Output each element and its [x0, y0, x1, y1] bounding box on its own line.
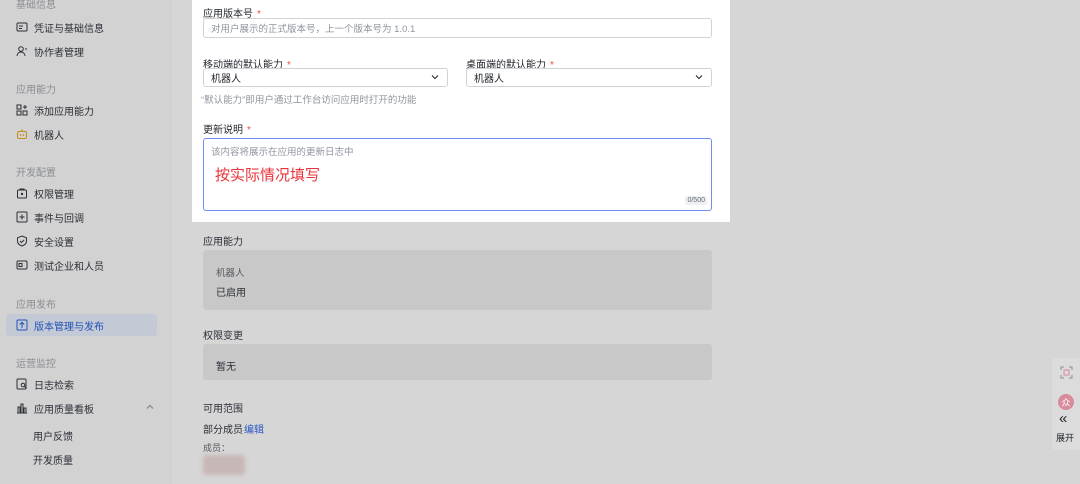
- test-org-icon: [16, 260, 28, 270]
- sidebar-item-robot[interactable]: 机器人: [6, 123, 157, 145]
- sidebar-item-add-capability[interactable]: 添加应用能力: [6, 99, 157, 121]
- right-float-bar: 众 « 展开: [1052, 358, 1080, 450]
- section-title-capability: 应用能力: [16, 85, 56, 96]
- update-notes-label: 更新说明 *: [203, 125, 251, 136]
- member-avatar: [203, 455, 245, 475]
- user-icon: [16, 46, 27, 57]
- version-input[interactable]: 对用户展示的正式版本号，上一个版本号为 1.0.1: [203, 18, 712, 38]
- desktop-default-select[interactable]: 机器人: [466, 68, 712, 87]
- sidebar-item-collaborators[interactable]: 协作者管理: [6, 40, 157, 62]
- sidebar-item-label: 安全设置: [34, 237, 74, 249]
- update-notes-placeholder: 该内容将展示在应用的更新日志中: [211, 147, 354, 158]
- sidebar-item-quality-board[interactable]: 应用质量看板: [6, 397, 157, 419]
- update-notes-textarea[interactable]: 该内容将展示在应用的更新日志中 按实际情况填写 0/500: [203, 138, 712, 211]
- shield-icon: [17, 235, 27, 247]
- chevron-down-icon: [431, 75, 439, 80]
- permission-change-card: [203, 344, 712, 380]
- fill-instruction-annotation: 按实际情况填写: [215, 167, 321, 184]
- capability-card: [203, 250, 712, 310]
- sidebar: 基础信息 凭证与基础信息 协作者管理 应用能力 添加应用能力 机器人 开发配置 …: [0, 0, 172, 484]
- chevron-down-icon: [695, 75, 703, 80]
- double-chevron-left-icon[interactable]: «: [1059, 410, 1067, 427]
- mobile-default-select[interactable]: 机器人: [203, 68, 448, 87]
- section-title-publish: 应用发布: [16, 300, 56, 311]
- sidebar-item-security[interactable]: 安全设置: [6, 230, 157, 252]
- availability-edit-link[interactable]: 编辑: [244, 421, 264, 436]
- availability-label: 可用范围: [203, 404, 243, 415]
- sidebar-item-version[interactable]: 版本管理与发布: [6, 314, 157, 336]
- permission-change-label: 权限变更: [203, 331, 243, 342]
- section-title-ops: 运营监控: [16, 359, 56, 370]
- chevron-up-icon[interactable]: [146, 403, 154, 411]
- sidebar-subitem-dev-quality[interactable]: 开发质量: [33, 452, 73, 467]
- capability-name: 机器人: [216, 268, 245, 279]
- default-capability-hint: “默认能力”即用户通过工作台访问应用时打开的功能: [201, 95, 417, 106]
- capability-status: 已启用: [216, 288, 246, 299]
- log-search-icon: [16, 378, 27, 390]
- sidebar-item-label: 凭证与基础信息: [34, 23, 104, 35]
- sidebar-item-label: 事件与回调: [34, 213, 84, 225]
- capability-section-label: 应用能力: [203, 237, 243, 248]
- sidebar-item-label: 添加应用能力: [34, 106, 94, 118]
- sidebar-item-label: 版本管理与发布: [34, 321, 104, 333]
- expand-label[interactable]: 展开: [1056, 431, 1074, 444]
- sidebar-subitem-feedback[interactable]: 用户反馈: [33, 428, 73, 443]
- sidebar-item-log-search[interactable]: 日志检索: [6, 373, 157, 395]
- credential-icon: [16, 22, 28, 32]
- permission-change-value: 暂无: [216, 362, 236, 373]
- sidebar-item-label: 应用质量看板: [34, 404, 94, 416]
- section-title-basic: 基础信息: [16, 0, 56, 11]
- chart-icon: [17, 403, 27, 414]
- section-title-dev-config: 开发配置: [16, 168, 56, 179]
- sidebar-item-label: 协作者管理: [34, 47, 84, 59]
- sidebar-item-test-org[interactable]: 测试企业和人员: [6, 254, 157, 276]
- add-capability-icon: [16, 104, 28, 116]
- availability-scope: 部分成员: [203, 425, 243, 436]
- version-form-card: 应用版本号 * 对用户展示的正式版本号，上一个版本号为 1.0.1 移动端的默认能…: [192, 0, 730, 222]
- sidebar-item-label: 测试企业和人员: [34, 261, 104, 273]
- version-icon: [16, 319, 28, 331]
- sidebar-item-label: 机器人: [34, 130, 64, 142]
- event-icon: [16, 211, 28, 223]
- sidebar-item-label: 权限管理: [34, 189, 74, 201]
- sidebar-item-label: 日志检索: [34, 380, 74, 392]
- robot-icon: [17, 129, 27, 139]
- scan-icon[interactable]: [1060, 366, 1073, 379]
- sidebar-item-permissions[interactable]: 权限管理: [6, 182, 157, 204]
- sidebar-item-events[interactable]: 事件与回调: [6, 206, 157, 228]
- permission-icon: [17, 188, 27, 199]
- members-label: 成员：: [203, 443, 231, 453]
- assistant-badge-icon[interactable]: 众: [1058, 394, 1074, 410]
- char-counter: 0/500: [685, 196, 707, 205]
- sidebar-item-credentials[interactable]: 凭证与基础信息: [6, 16, 157, 38]
